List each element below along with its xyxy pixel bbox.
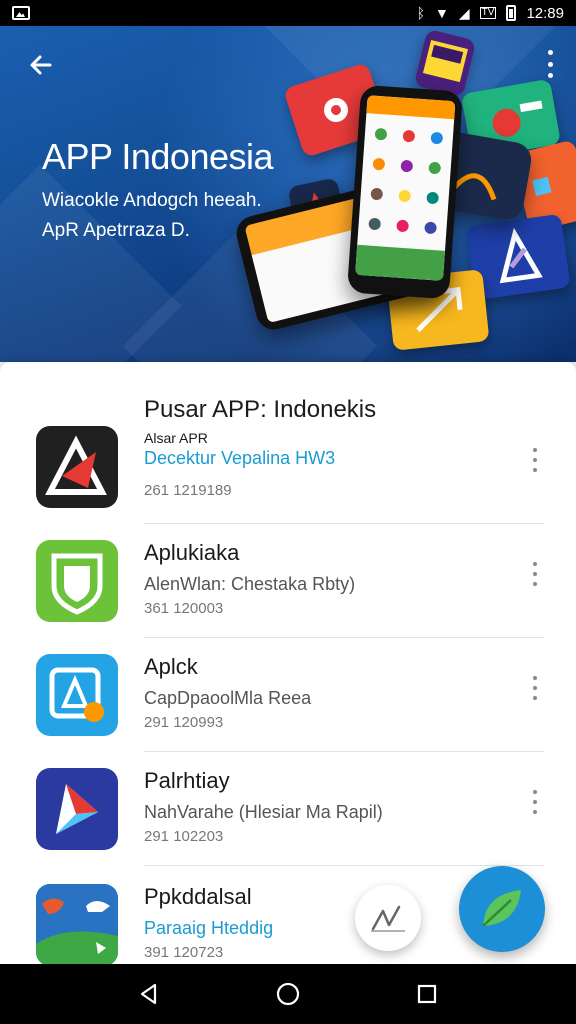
red-arrow-app-icon	[36, 426, 118, 508]
wifi-icon: ▼	[435, 5, 449, 21]
signal-icon: ◢	[458, 5, 470, 21]
system-navigation-bar	[0, 964, 576, 1024]
app-meta: 391 120723	[144, 944, 224, 961]
back-button[interactable]	[26, 50, 58, 82]
green-shield-app-icon	[36, 540, 118, 622]
banner-title: APP Indonesia	[42, 136, 274, 177]
tv-icon: TV	[479, 7, 497, 19]
app-description: NahVarahe (Hlesiar Ma Rapil)	[144, 802, 383, 822]
home-circle-icon	[276, 982, 300, 1006]
back-triangle-icon	[141, 983, 157, 1005]
app-name: Alsar APR	[144, 430, 208, 446]
app-meta: 361 120003	[144, 600, 224, 617]
app-description: AlenWlan: Chestaka Rbty)	[144, 574, 356, 594]
back-arrow-icon	[30, 55, 52, 75]
section-heading: Pusar APP: Indonekis	[144, 396, 377, 423]
nav-back-button[interactable]	[129, 974, 169, 1014]
map-landscape-app-icon	[36, 884, 118, 964]
divider	[144, 523, 544, 524]
overflow-menu-button[interactable]	[544, 50, 556, 78]
app-meta: 291 120993	[144, 714, 224, 731]
status-time: 12:89	[526, 4, 564, 22]
status-bar: ᛒ ▼ ◢ TV 12:89	[0, 0, 576, 26]
bluetooth-icon: ᛒ	[416, 5, 426, 21]
app-name: Aplukiaka	[144, 540, 240, 565]
app-description: Decektur Vepalina HW3	[144, 448, 336, 468]
status-icons: ᛒ ▼ ◢ TV 12:89	[417, 5, 564, 22]
app-meta: 261 1219189	[144, 482, 232, 499]
app-name: Palrhtiay	[144, 768, 230, 793]
app-name: Ppkddalsal	[144, 884, 252, 909]
divider	[144, 637, 544, 638]
gallery-notification-icon	[12, 6, 30, 20]
nav-home-button[interactable]	[268, 974, 308, 1014]
leaf-icon	[482, 890, 521, 927]
nav-recents-button[interactable]	[407, 974, 447, 1014]
recents-square-icon	[417, 984, 436, 1004]
primary-fab[interactable]	[459, 866, 545, 952]
header-banner: APP Indonesia Wiacokle Andogch heeah. Ap…	[0, 26, 576, 362]
secondary-fab[interactable]	[355, 885, 421, 951]
item-overflow-button[interactable]	[530, 448, 540, 472]
app-name: Aplck	[144, 654, 198, 679]
signature-icon	[371, 905, 405, 932]
item-overflow-button[interactable]	[530, 676, 540, 700]
navy-arrow-app-icon	[36, 768, 118, 850]
item-overflow-button[interactable]	[530, 562, 540, 586]
item-overflow-button[interactable]	[530, 790, 540, 814]
battery-icon	[506, 5, 517, 21]
app-description: Paraaig Hteddig	[144, 918, 274, 938]
phone-illustration	[346, 84, 464, 300]
app-meta: 291 102203	[144, 828, 224, 845]
blue-square-app-icon	[36, 654, 118, 736]
app-description: CapDpaoolMla Reea	[144, 688, 312, 708]
divider	[144, 751, 544, 752]
